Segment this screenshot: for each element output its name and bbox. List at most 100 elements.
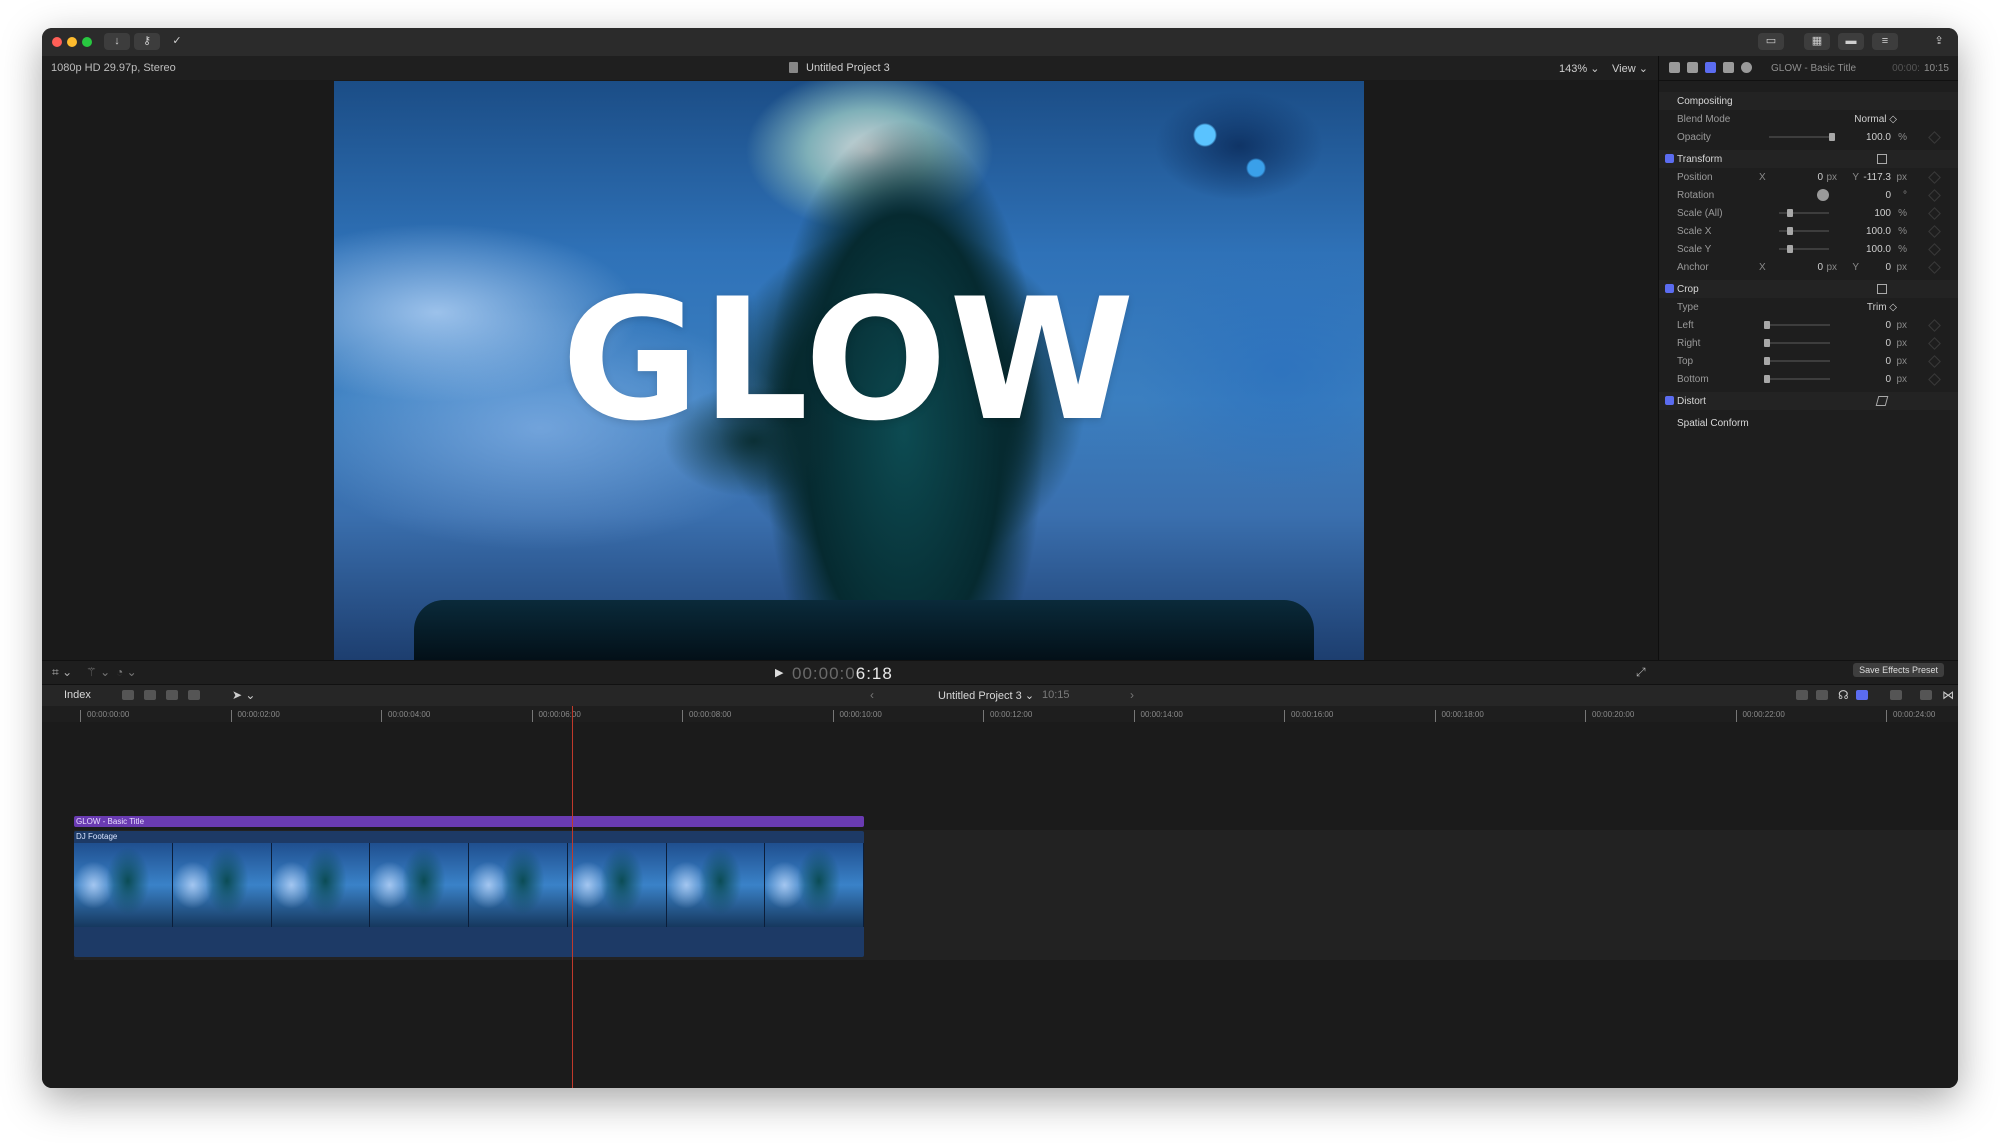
timeline-project-title[interactable]: Untitled Project 3 ⌄: [938, 689, 1034, 702]
timeline[interactable]: GLOW - Basic Title DJ Footage: [42, 722, 1958, 1088]
scale-x-value[interactable]: 100.0: [1866, 226, 1891, 237]
rotation-dial[interactable]: [1817, 189, 1829, 201]
opacity-value[interactable]: 100.0: [1866, 132, 1891, 143]
crop-top-slider[interactable]: [1764, 357, 1830, 365]
distort-onscreen-control[interactable]: [1875, 396, 1889, 406]
play-button[interactable]: ▶: [775, 666, 783, 679]
index-button[interactable]: Index: [64, 689, 91, 701]
distort-checkbox[interactable]: [1665, 396, 1674, 405]
info-inspector-tab[interactable]: [1741, 62, 1752, 73]
color-inspector-tab[interactable]: [1723, 62, 1734, 73]
overwrite-clip-icon[interactable]: [188, 690, 200, 700]
transform-checkbox[interactable]: [1665, 154, 1674, 163]
solo-button[interactable]: ☊: [1838, 688, 1849, 702]
blend-mode-select[interactable]: Normal ◇: [1854, 114, 1897, 125]
scale-all-value[interactable]: 100: [1874, 208, 1891, 219]
crop-left-value[interactable]: 0: [1885, 320, 1891, 331]
clip-appearance-icon[interactable]: [1890, 690, 1902, 700]
timeline-toggle-button[interactable]: ▬: [1838, 33, 1864, 50]
crop-right-slider-knob[interactable]: [1764, 339, 1770, 347]
compositing-section[interactable]: Compositing: [1659, 92, 1958, 110]
scale-all-slider[interactable]: [1779, 209, 1829, 217]
distort-section[interactable]: Distort: [1659, 392, 1958, 410]
keyframe-button[interactable]: [1928, 337, 1941, 350]
view-menu[interactable]: View ⌄: [1612, 62, 1648, 75]
spatial-conform-section[interactable]: Spatial Conform: [1659, 414, 1958, 432]
connect-clip-icon[interactable]: [122, 690, 134, 700]
timecode-display[interactable]: 00:00:06:18: [792, 664, 893, 684]
keyframe-button[interactable]: [1928, 355, 1941, 368]
insert-clip-icon[interactable]: [144, 690, 156, 700]
title-overlay-text[interactable]: GLOW: [334, 276, 1364, 444]
crop-right-value[interactable]: 0: [1885, 338, 1891, 349]
scale-y-slider[interactable]: [1779, 245, 1829, 253]
back-arrow[interactable]: ‹: [870, 688, 874, 702]
crop-top-value[interactable]: 0: [1885, 356, 1891, 367]
keyframe-button[interactable]: [1928, 225, 1941, 238]
scale-all-slider-knob[interactable]: [1787, 209, 1793, 217]
keyframe-button[interactable]: [1928, 207, 1941, 220]
forward-arrow[interactable]: ›: [1130, 688, 1134, 702]
fullscreen-button[interactable]: ⤢: [1636, 665, 1646, 680]
keyframe-button[interactable]: [1928, 243, 1941, 256]
crop-left-slider[interactable]: [1764, 321, 1830, 329]
crop-right-slider[interactable]: [1764, 339, 1830, 347]
transform-onscreen-control[interactable]: [1877, 154, 1887, 164]
select-tool-menu[interactable]: ➤ ⌄: [232, 688, 255, 702]
background-tasks-button[interactable]: ✓: [164, 33, 190, 50]
layout-grid-button[interactable]: ▦: [1804, 33, 1830, 50]
minimize-window-button[interactable]: [67, 37, 77, 47]
enhance-menu[interactable]: ⚚ ⌄: [86, 665, 110, 679]
zoom-menu[interactable]: 143% ⌄: [1559, 62, 1599, 75]
keyframe-button[interactable]: [1928, 189, 1941, 202]
title-clip[interactable]: GLOW - Basic Title: [74, 816, 864, 827]
transform-tool-menu[interactable]: ⌗ ⌄: [52, 665, 72, 680]
snapping-icon[interactable]: [1856, 690, 1868, 700]
crop-left-slider-knob[interactable]: [1764, 321, 1770, 329]
keyframe-button[interactable]: [1928, 131, 1941, 144]
video-clip[interactable]: DJ Footage: [74, 831, 864, 957]
crop-top-slider-knob[interactable]: [1764, 357, 1770, 365]
import-button[interactable]: ↓: [104, 33, 130, 50]
video-inspector-tab[interactable]: [1705, 62, 1716, 73]
position-y-value[interactable]: -117.3: [1863, 172, 1891, 183]
transform-section[interactable]: Transform: [1659, 150, 1958, 168]
keyframe-button[interactable]: [1928, 261, 1941, 274]
audio-skimming-icon[interactable]: [1816, 690, 1828, 700]
playhead[interactable]: [572, 706, 573, 1088]
keywords-button[interactable]: ⚷: [134, 33, 160, 50]
share-button[interactable]: ⇪: [1926, 33, 1952, 50]
title-inspector-tab[interactable]: [1687, 62, 1698, 73]
close-window-button[interactable]: [52, 37, 62, 47]
keyframe-button[interactable]: [1928, 373, 1941, 386]
anchor-x-value[interactable]: 0: [1817, 262, 1823, 273]
video-frame[interactable]: GLOW: [334, 81, 1364, 660]
scale-x-slider-knob[interactable]: [1787, 227, 1793, 235]
crop-type-select[interactable]: Trim ◇: [1867, 302, 1897, 313]
crop-checkbox[interactable]: [1665, 284, 1674, 293]
inspector-toggle-button[interactable]: ≡: [1872, 33, 1898, 50]
scale-y-value[interactable]: 100.0: [1866, 244, 1891, 255]
transitions-browser-button[interactable]: ⋈: [1942, 688, 1954, 702]
crop-bottom-slider[interactable]: [1764, 375, 1830, 383]
keyframe-button[interactable]: [1928, 319, 1941, 332]
text-inspector-tab[interactable]: [1669, 62, 1680, 73]
crop-bottom-slider-knob[interactable]: [1764, 375, 1770, 383]
keyframe-button[interactable]: [1928, 171, 1941, 184]
crop-onscreen-control[interactable]: [1877, 284, 1887, 294]
save-effects-preset-button[interactable]: Save Effects Preset: [1853, 663, 1944, 677]
anchor-y-value[interactable]: 0: [1885, 262, 1891, 273]
effects-browser-icon[interactable]: [1920, 690, 1932, 700]
retime-menu[interactable]: ◔ ⌄: [116, 665, 137, 679]
opacity-slider-knob[interactable]: [1829, 133, 1835, 141]
crop-bottom-value[interactable]: 0: [1885, 374, 1891, 385]
opacity-slider[interactable]: [1769, 133, 1835, 141]
rotation-value[interactable]: 0: [1885, 190, 1891, 201]
timeline-ruler[interactable]: 00:00:00:00 00:00:02:00 00:00:04:00 00:00:0…: [42, 706, 1958, 723]
browser-toggle-button[interactable]: ▭: [1758, 33, 1784, 50]
crop-section[interactable]: Crop: [1659, 280, 1958, 298]
skimming-icon[interactable]: [1796, 690, 1808, 700]
zoom-window-button[interactable]: [82, 37, 92, 47]
scale-x-slider[interactable]: [1779, 227, 1829, 235]
append-clip-icon[interactable]: [166, 690, 178, 700]
